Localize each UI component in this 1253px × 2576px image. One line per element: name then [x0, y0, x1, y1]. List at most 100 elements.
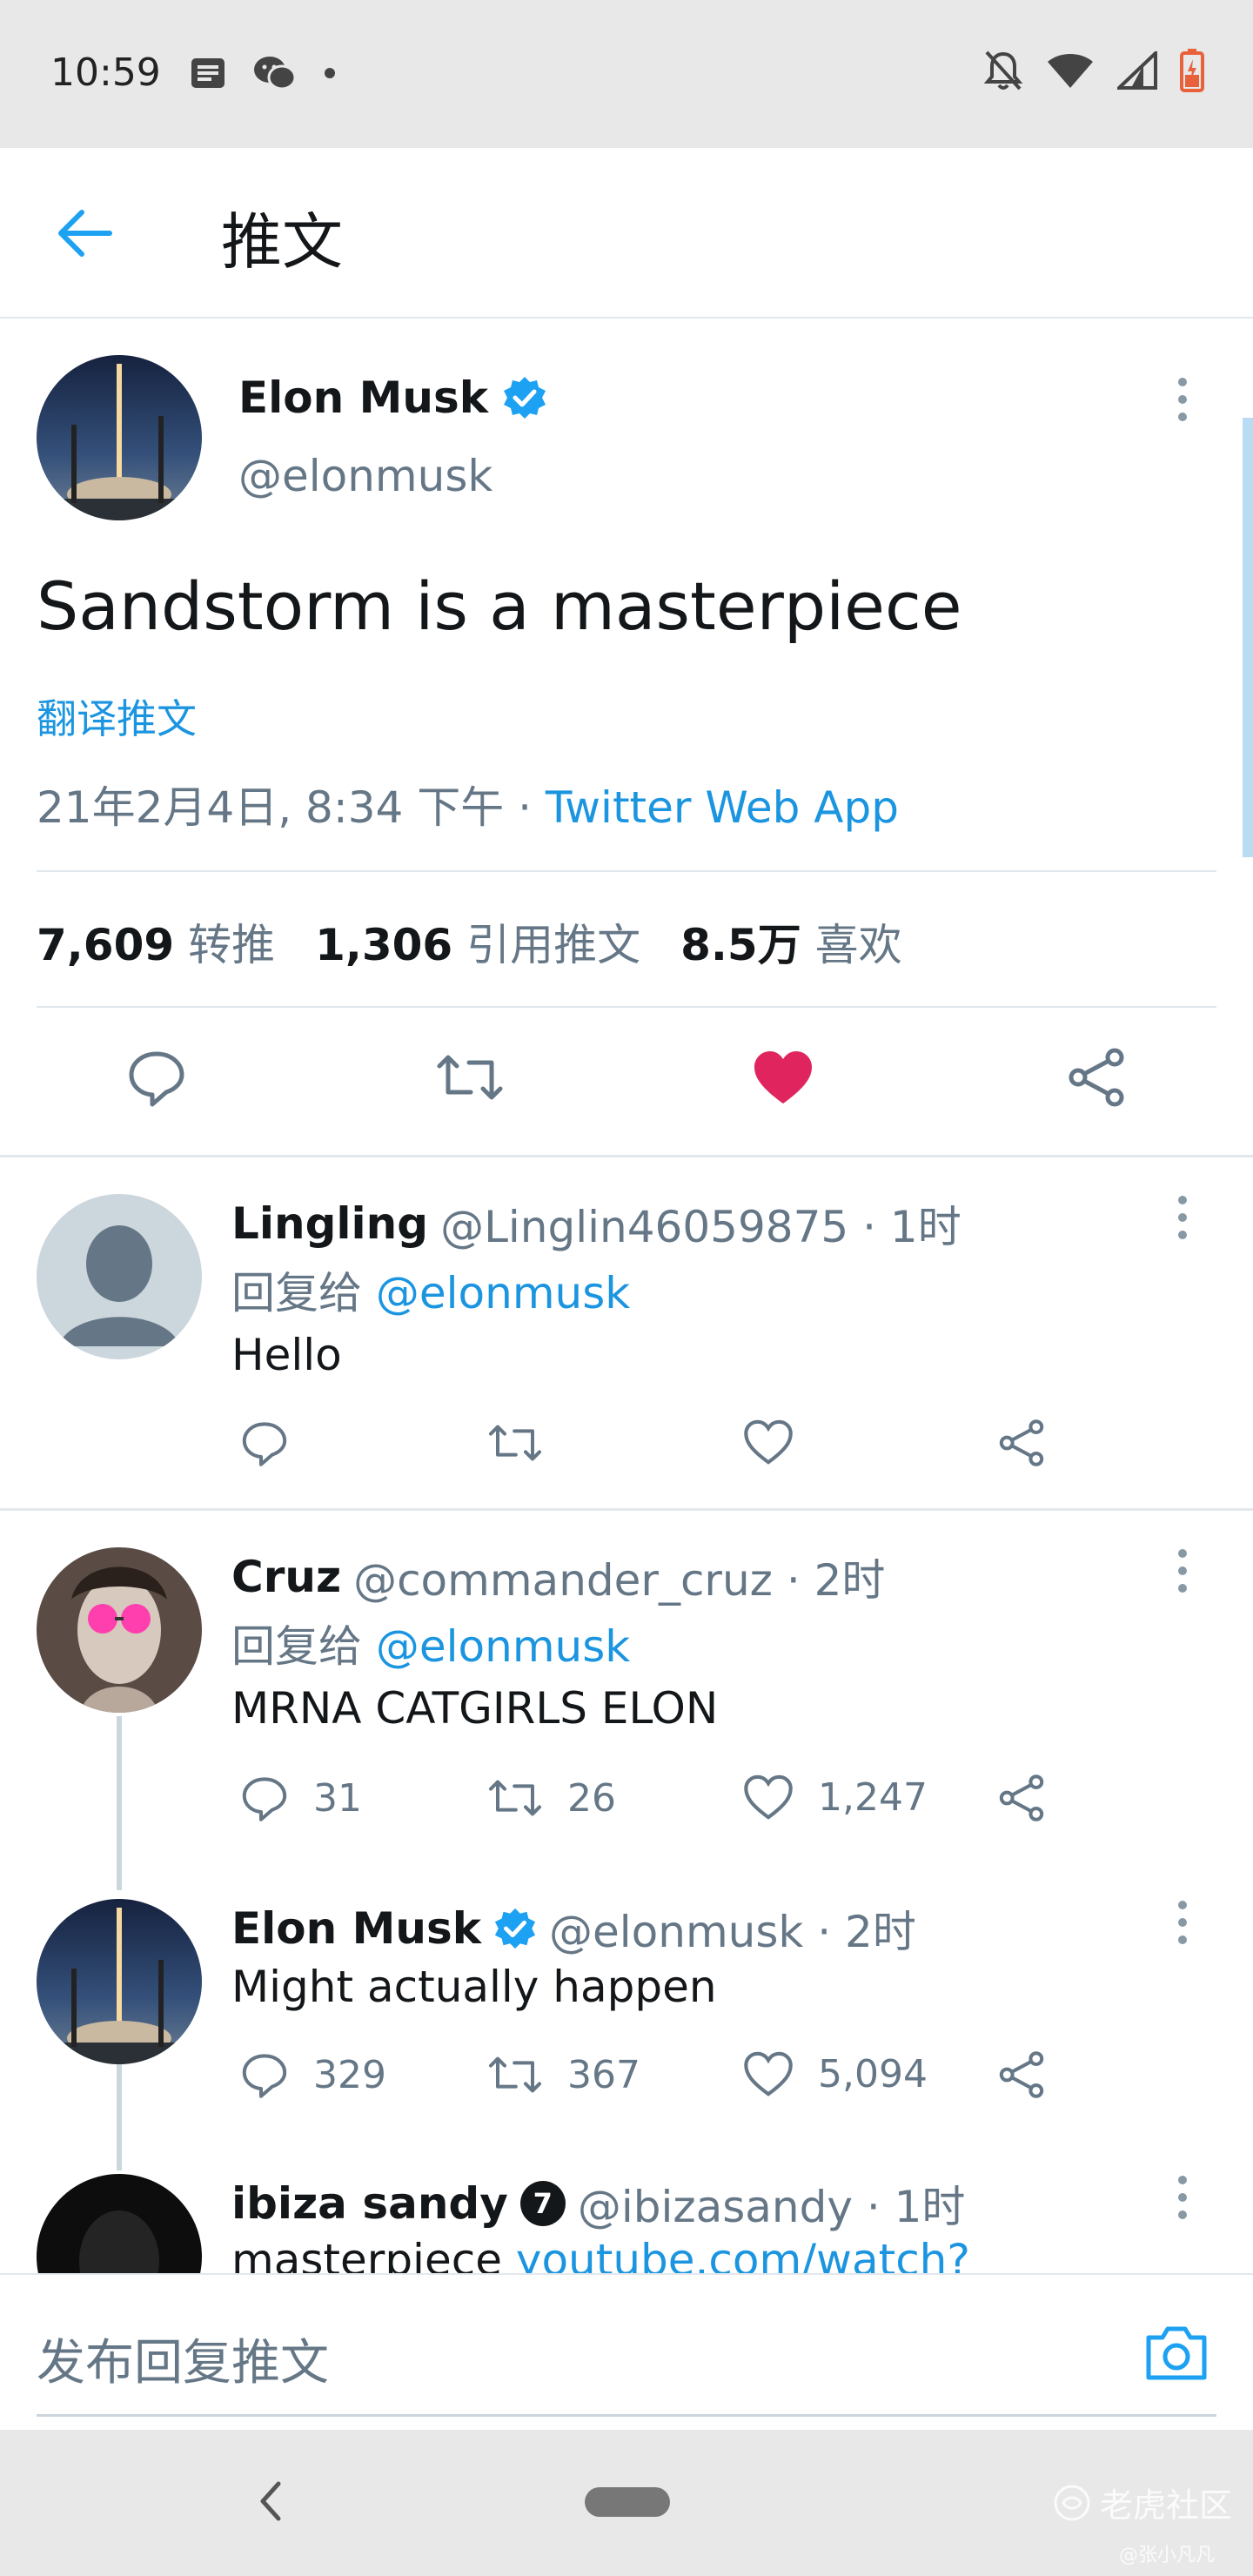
like-button[interactable]: 1,247 — [743, 1774, 928, 1821]
author-handle: @ibizasandy · 1时 — [577, 2182, 966, 2232]
nav-home-pill[interactable] — [585, 2487, 670, 2517]
camera-icon[interactable] — [1143, 2322, 1209, 2383]
share-button[interactable] — [997, 2050, 1046, 2099]
like-button[interactable]: 5,094 — [743, 2050, 928, 2097]
retweet-button[interactable] — [435, 1043, 505, 1112]
retweet-button[interactable]: 367 — [487, 2050, 640, 2099]
author-name[interactable]: ibiza sandy — [231, 2178, 508, 2229]
heart-outline-icon — [744, 1419, 793, 1465]
author-handle: @Linglin46059875 · 1时 — [440, 1202, 962, 1252]
tweet-text: Sandstorm is a masterpiece — [37, 567, 962, 645]
reply-actions: 329 367 5,094 — [231, 2050, 1102, 2111]
watermark-logo-icon — [1054, 2485, 1090, 2520]
reply-actions — [231, 1419, 1102, 1479]
more-options-icon[interactable] — [1176, 1547, 1189, 1594]
reply-icon — [242, 1422, 287, 1466]
reply-tweet[interactable]: Cruz @commander_cruz · 2时 回复给 @elonmusk … — [0, 1511, 1253, 1894]
avatar[interactable] — [37, 1899, 202, 2064]
retweet-icon — [489, 1425, 541, 1461]
reply-text: MRNA CATGIRLS ELON — [231, 1683, 719, 1734]
reply-input[interactable]: 发布回复推文 — [37, 2324, 329, 2394]
retweet-icon — [437, 1055, 503, 1100]
reply-button[interactable]: 329 — [240, 2050, 386, 2099]
quotes-stat[interactable]: 1,306 引用推文 — [315, 910, 640, 973]
share-button[interactable] — [997, 1419, 1046, 1467]
avatar[interactable] — [37, 2174, 202, 2273]
author-name[interactable]: Elon Musk — [231, 1903, 481, 1954]
like-count: 5,094 — [818, 2051, 928, 2096]
watermark-author: @张小凡凡 — [1119, 2545, 1216, 2566]
reply-compose-bar: 发布回复推文 — [0, 2273, 1253, 2430]
scrollbar[interactable] — [1243, 418, 1253, 857]
more-notifications-dot-icon — [325, 68, 335, 78]
reply-to-line: 回复给 @elonmusk — [231, 1268, 631, 1318]
reply-button[interactable]: 31 — [240, 1774, 362, 1822]
verified-badge-icon — [494, 1908, 536, 1949]
reply-tweet[interactable]: ibiza sandy 7 @ibizasandy · 1时 masterpie… — [0, 2137, 1253, 2273]
retweet-button[interactable] — [487, 1419, 543, 1467]
more-options-icon[interactable] — [1176, 1194, 1189, 1241]
share-icon — [999, 2051, 1044, 2098]
tweet-timestamp: 21年2月4日, 8:34 下午 · Twitter Web App — [37, 782, 899, 833]
reply-count: 31 — [313, 1775, 362, 1821]
author-handle: @commander_cruz · 2时 — [353, 1555, 886, 1606]
retweet-count: 26 — [567, 1775, 616, 1821]
like-button[interactable] — [743, 1419, 794, 1466]
reply-tweet[interactable]: Elon Musk @elonmusk · 2时 Might actually … — [0, 1862, 1253, 2158]
reply-icon — [242, 1777, 287, 1821]
translate-tweet-link[interactable]: 翻译推文 — [37, 688, 197, 745]
reply-count: 329 — [313, 2052, 386, 2097]
reply-button[interactable] — [122, 1043, 191, 1112]
main-tweet: Elon Musk @elonmusk Sandstorm is a maste… — [0, 320, 1253, 1156]
cell-signal-icon — [1117, 51, 1157, 90]
author-handle: @elonmusk · 2时 — [549, 1907, 916, 1957]
wechat-icon — [254, 57, 297, 91]
mute-notifications-icon — [983, 50, 1023, 91]
system-nav-bar: 老虎社区 @张小凡凡 — [0, 2430, 1253, 2576]
heart-outline-icon — [744, 1774, 793, 1820]
reply-button[interactable] — [240, 1419, 289, 1467]
share-button[interactable] — [997, 1774, 1046, 1822]
author-name[interactable]: Cruz — [231, 1552, 341, 1602]
verified-badge-icon — [504, 377, 546, 419]
nav-back-icon[interactable] — [252, 2477, 287, 2526]
heart-outline-icon — [744, 2051, 793, 2096]
avatar[interactable] — [37, 1547, 202, 1713]
avatar[interactable] — [37, 355, 202, 520]
reply-to-line: 回复给 @elonmusk — [231, 1621, 631, 1672]
reply-icon — [129, 1051, 184, 1107]
wifi-icon — [1048, 54, 1093, 88]
mention-link[interactable]: @elonmusk — [376, 1268, 630, 1318]
reply-text: Might actually happen — [231, 1962, 717, 2012]
reply-actions: 31 26 1,247 — [231, 1774, 1102, 1835]
divider — [37, 1006, 1216, 1008]
back-arrow-icon[interactable] — [54, 202, 117, 265]
share-button[interactable] — [1062, 1043, 1131, 1112]
author-name[interactable]: Elon Musk — [238, 372, 488, 423]
avatar[interactable] — [37, 1194, 202, 1359]
tweet-actions — [0, 1043, 1253, 1147]
url-link[interactable]: youtube.com/watch? — [516, 2235, 970, 2273]
share-icon — [999, 1774, 1044, 1821]
tweet-source-link[interactable]: Twitter Web App — [546, 782, 899, 833]
divider — [37, 870, 1216, 872]
heart-filled-icon — [754, 1051, 812, 1104]
retweets-stat[interactable]: 7,609 转推 — [37, 910, 275, 973]
status-time: 10:59 — [50, 50, 161, 95]
more-options-icon[interactable] — [1176, 2174, 1189, 2221]
author-handle: @elonmusk — [238, 451, 493, 501]
more-options-icon[interactable] — [1176, 1899, 1189, 1946]
reply-text: masterpiece youtube.com/watch? — [231, 2235, 970, 2273]
likes-stat[interactable]: 8.5万 喜欢 — [680, 910, 901, 973]
retweet-button[interactable]: 26 — [487, 1774, 616, 1822]
retweet-icon — [489, 1780, 541, 1816]
more-options-icon[interactable] — [1176, 376, 1189, 423]
like-button[interactable] — [748, 1043, 818, 1112]
retweet-count: 367 — [567, 2052, 640, 2097]
share-icon — [1069, 1048, 1124, 1107]
notification-news-icon — [191, 58, 224, 88]
watermark: 老虎社区 — [1053, 2479, 1232, 2526]
author-name[interactable]: Lingling — [231, 1198, 428, 1249]
mention-link[interactable]: @elonmusk — [376, 1621, 630, 1672]
reply-tweet[interactable]: Lingling @Linglin46059875 · 1时 回复给 @elon… — [0, 1157, 1253, 1506]
